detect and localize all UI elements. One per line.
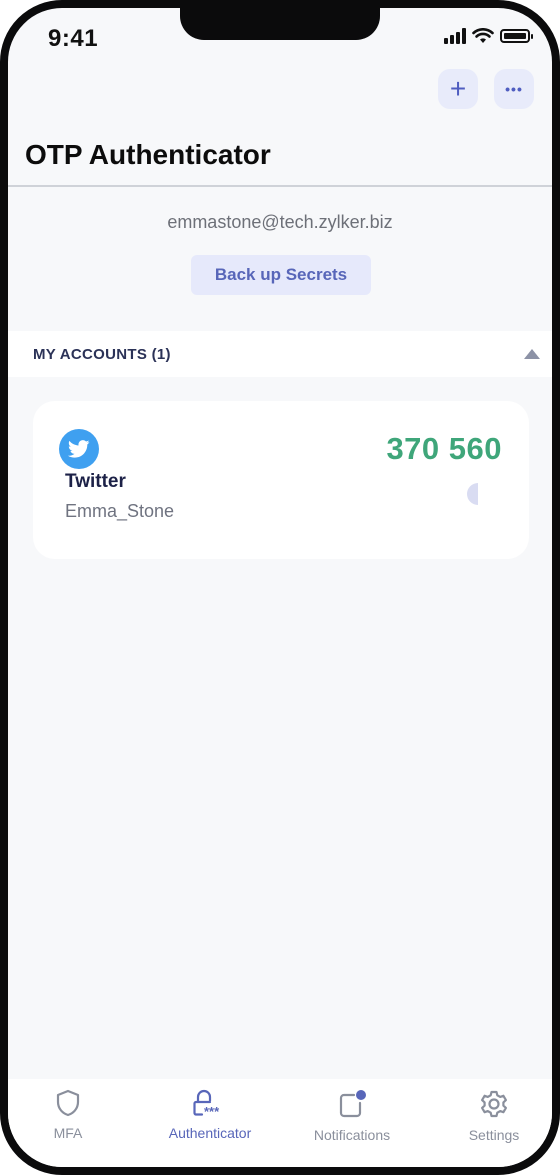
svg-text:***: *** (204, 1104, 220, 1117)
tab-authenticator-label: Authenticator (168, 1125, 252, 1141)
account-username: Emma_Stone (65, 501, 175, 521)
plus-icon: + (449, 73, 467, 104)
tab-mfa-label: MFA (53, 1125, 83, 1141)
backup-secrets-button[interactable]: Back up Secrets (191, 255, 371, 295)
wifi-icon (472, 28, 494, 43)
battery-icon (500, 29, 533, 43)
my-accounts-label: MY ACCOUNTS (1) (33, 345, 171, 363)
tab-settings-label: Settings (468, 1127, 520, 1143)
countdown-timer-icon (467, 483, 478, 505)
tab-settings[interactable]: Settings (434, 1089, 552, 1143)
page-title: OTP Authenticator (25, 139, 271, 170)
account-service-name: Twitter (65, 471, 126, 492)
add-account-button[interactable]: + (438, 69, 478, 109)
bottom-tab-bar: MFA *** Authenticator Notifications Sett… (8, 1079, 552, 1167)
account-card[interactable]: Twitter Emma_Stone 370 560 (33, 401, 529, 559)
tab-notifications[interactable]: Notifications (292, 1089, 412, 1143)
notification-icon (339, 1090, 366, 1118)
device-notch (180, 8, 380, 40)
more-options-button[interactable]: ••• (494, 69, 534, 109)
lock-icon: *** (193, 1089, 220, 1117)
more-icon: ••• (505, 81, 523, 97)
gear-icon (481, 1090, 507, 1118)
otp-code[interactable]: 370 560 (386, 431, 502, 467)
shield-icon (56, 1089, 80, 1117)
user-email: emmastone@tech.zylker.biz (167, 212, 393, 232)
status-time: 9:41 (48, 25, 99, 52)
collapse-caret-icon[interactable] (524, 349, 540, 359)
twitter-icon (59, 429, 99, 469)
tab-mfa[interactable]: MFA (8, 1089, 128, 1141)
phone-frame: 9:41 + ••• OTP Authenticator emmastone@t… (0, 0, 560, 1175)
header-divider (8, 185, 552, 187)
status-icons (444, 28, 533, 44)
my-accounts-header[interactable]: MY ACCOUNTS (1) (8, 331, 552, 377)
tab-notifications-label: Notifications (313, 1127, 391, 1143)
cellular-signal-icon (444, 28, 466, 44)
tab-authenticator[interactable]: *** Authenticator (150, 1089, 270, 1141)
